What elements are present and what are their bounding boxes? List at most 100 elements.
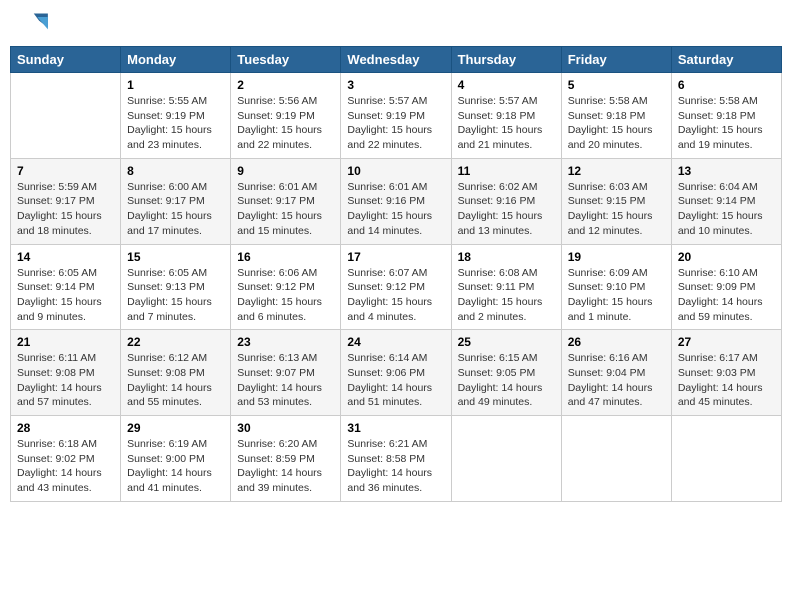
calendar-cell [451,416,561,502]
calendar-cell [561,416,671,502]
calendar-cell: 7 Sunrise: 5:59 AM Sunset: 9:17 PM Daylig… [11,158,121,244]
calendar-week-5: 28Sunrise: 6:18 AM Sunset: 9:02 PM Dayli… [11,416,782,502]
day-number: 22 [127,335,224,349]
cell-content: Sunrise: 6:05 AM Sunset: 9:14 PM Dayligh… [17,266,114,325]
page-header [10,10,782,40]
calendar-cell: 6 Sunrise: 5:58 AM Sunset: 9:18 PM Daylig… [671,73,781,159]
day-header-saturday: Saturday [671,47,781,73]
day-number: 12 [568,164,665,178]
day-number: 10 [347,164,444,178]
day-number: 31 [347,421,444,435]
calendar-cell: 23 Sunrise: 6:13 AM Sunset: 9:07 PM Dayli… [231,330,341,416]
day-number: 17 [347,250,444,264]
calendar-week-3: 14 Sunrise: 6:05 AM Sunset: 9:14 PM Dayli… [11,244,782,330]
day-number: 30 [237,421,334,435]
day-number: 21 [17,335,114,349]
calendar-cell: 30 Sunrise: 6:20 AM Sunset: 8:59 PM Dayli… [231,416,341,502]
cell-content: Sunrise: 6:16 AM Sunset: 9:04 PM Dayligh… [568,351,665,410]
cell-content: Sunrise: 6:09 AM Sunset: 9:10 PM Dayligh… [568,266,665,325]
day-number: 28 [17,421,114,435]
day-number: 15 [127,250,224,264]
cell-content: Sunrise: 6:15 AM Sunset: 9:05 PM Dayligh… [458,351,555,410]
calendar-cell [671,416,781,502]
calendar-week-4: 21 Sunrise: 6:11 AM Sunset: 9:08 PM Dayli… [11,330,782,416]
calendar-cell: 25 Sunrise: 6:15 AM Sunset: 9:05 PM Dayli… [451,330,561,416]
cell-content: Sunrise: 5:59 AM Sunset: 9:17 PM Dayligh… [17,180,114,239]
day-number: 19 [568,250,665,264]
calendar-week-1: 1 Sunrise: 5:55 AM Sunset: 9:19 PM Daylig… [11,73,782,159]
day-header-thursday: Thursday [451,47,561,73]
cell-content: Sunrise: 5:58 AM Sunset: 9:18 PM Dayligh… [678,94,775,153]
day-number: 25 [458,335,555,349]
day-header-wednesday: Wednesday [341,47,451,73]
cell-content: Sunrise: 6:00 AM Sunset: 9:17 PM Dayligh… [127,180,224,239]
cell-content: Sunrise: 6:01 AM Sunset: 9:17 PM Dayligh… [237,180,334,239]
calendar-cell: 1 Sunrise: 5:55 AM Sunset: 9:19 PM Daylig… [121,73,231,159]
calendar-cell: 29 Sunrise: 6:19 AM Sunset: 9:00 PM Dayli… [121,416,231,502]
day-number: 20 [678,250,775,264]
cell-content: Sunrise: 6:05 AM Sunset: 9:13 PM Dayligh… [127,266,224,325]
calendar-cell: 5Sunrise: 5:58 AM Sunset: 9:18 PM Daylig… [561,73,671,159]
cell-content: Sunrise: 6:19 AM Sunset: 9:00 PM Dayligh… [127,437,224,496]
cell-content: Sunrise: 6:04 AM Sunset: 9:14 PM Dayligh… [678,180,775,239]
calendar-cell: 8 Sunrise: 6:00 AM Sunset: 9:17 PM Daylig… [121,158,231,244]
cell-content: Sunrise: 6:01 AM Sunset: 9:16 PM Dayligh… [347,180,444,239]
calendar-cell: 12 Sunrise: 6:03 AM Sunset: 9:15 PM Dayli… [561,158,671,244]
cell-content: Sunrise: 6:02 AM Sunset: 9:16 PM Dayligh… [458,180,555,239]
day-number: 26 [568,335,665,349]
cell-content: Sunrise: 6:03 AM Sunset: 9:15 PM Dayligh… [568,180,665,239]
calendar-cell: 21 Sunrise: 6:11 AM Sunset: 9:08 PM Dayli… [11,330,121,416]
calendar-cell: 18Sunrise: 6:08 AM Sunset: 9:11 PM Dayli… [451,244,561,330]
cell-content: Sunrise: 6:07 AM Sunset: 9:12 PM Dayligh… [347,266,444,325]
cell-content: Sunrise: 6:14 AM Sunset: 9:06 PM Dayligh… [347,351,444,410]
calendar-cell [11,73,121,159]
cell-content: Sunrise: 6:10 AM Sunset: 9:09 PM Dayligh… [678,266,775,325]
cell-content: Sunrise: 5:57 AM Sunset: 9:18 PM Dayligh… [458,94,555,153]
cell-content: Sunrise: 5:56 AM Sunset: 9:19 PM Dayligh… [237,94,334,153]
logo [14,10,54,40]
cell-content: Sunrise: 6:21 AM Sunset: 8:58 PM Dayligh… [347,437,444,496]
day-number: 27 [678,335,775,349]
cell-content: Sunrise: 5:57 AM Sunset: 9:19 PM Dayligh… [347,94,444,153]
day-number: 9 [237,164,334,178]
calendar-cell: 9 Sunrise: 6:01 AM Sunset: 9:17 PM Daylig… [231,158,341,244]
cell-content: Sunrise: 6:20 AM Sunset: 8:59 PM Dayligh… [237,437,334,496]
calendar-cell: 10 Sunrise: 6:01 AM Sunset: 9:16 PM Dayli… [341,158,451,244]
day-number: 23 [237,335,334,349]
cell-content: Sunrise: 5:58 AM Sunset: 9:18 PM Dayligh… [568,94,665,153]
cell-content: Sunrise: 6:13 AM Sunset: 9:07 PM Dayligh… [237,351,334,410]
calendar-cell: 11 Sunrise: 6:02 AM Sunset: 9:16 PM Dayli… [451,158,561,244]
calendar-cell: 24Sunrise: 6:14 AM Sunset: 9:06 PM Dayli… [341,330,451,416]
day-number: 29 [127,421,224,435]
calendar-header-row: SundayMondayTuesdayWednesdayThursdayFrid… [11,47,782,73]
cell-content: Sunrise: 5:55 AM Sunset: 9:19 PM Dayligh… [127,94,224,153]
day-number: 8 [127,164,224,178]
calendar-week-2: 7 Sunrise: 5:59 AM Sunset: 9:17 PM Daylig… [11,158,782,244]
calendar-cell: 3 Sunrise: 5:57 AM Sunset: 9:19 PM Daylig… [341,73,451,159]
calendar-cell: 31 Sunrise: 6:21 AM Sunset: 8:58 PM Dayli… [341,416,451,502]
cell-content: Sunrise: 6:06 AM Sunset: 9:12 PM Dayligh… [237,266,334,325]
day-header-sunday: Sunday [11,47,121,73]
day-number: 13 [678,164,775,178]
calendar-cell: 27Sunrise: 6:17 AM Sunset: 9:03 PM Dayli… [671,330,781,416]
day-number: 3 [347,78,444,92]
calendar-cell: 16 Sunrise: 6:06 AM Sunset: 9:12 PM Dayli… [231,244,341,330]
calendar-cell: 20 Sunrise: 6:10 AM Sunset: 9:09 PM Dayli… [671,244,781,330]
day-number: 7 [17,164,114,178]
calendar-cell: 2Sunrise: 5:56 AM Sunset: 9:19 PM Daylig… [231,73,341,159]
calendar-cell: 19 Sunrise: 6:09 AM Sunset: 9:10 PM Dayli… [561,244,671,330]
calendar-cell: 26 Sunrise: 6:16 AM Sunset: 9:04 PM Dayli… [561,330,671,416]
day-header-friday: Friday [561,47,671,73]
day-header-tuesday: Tuesday [231,47,341,73]
day-number: 16 [237,250,334,264]
calendar-cell: 28Sunrise: 6:18 AM Sunset: 9:02 PM Dayli… [11,416,121,502]
calendar-body: 1 Sunrise: 5:55 AM Sunset: 9:19 PM Daylig… [11,73,782,502]
calendar-cell: 4Sunrise: 5:57 AM Sunset: 9:18 PM Daylig… [451,73,561,159]
day-number: 14 [17,250,114,264]
calendar-cell: 17 Sunrise: 6:07 AM Sunset: 9:12 PM Dayli… [341,244,451,330]
cell-content: Sunrise: 6:11 AM Sunset: 9:08 PM Dayligh… [17,351,114,410]
day-header-monday: Monday [121,47,231,73]
day-number: 11 [458,164,555,178]
day-number: 6 [678,78,775,92]
day-number: 1 [127,78,224,92]
